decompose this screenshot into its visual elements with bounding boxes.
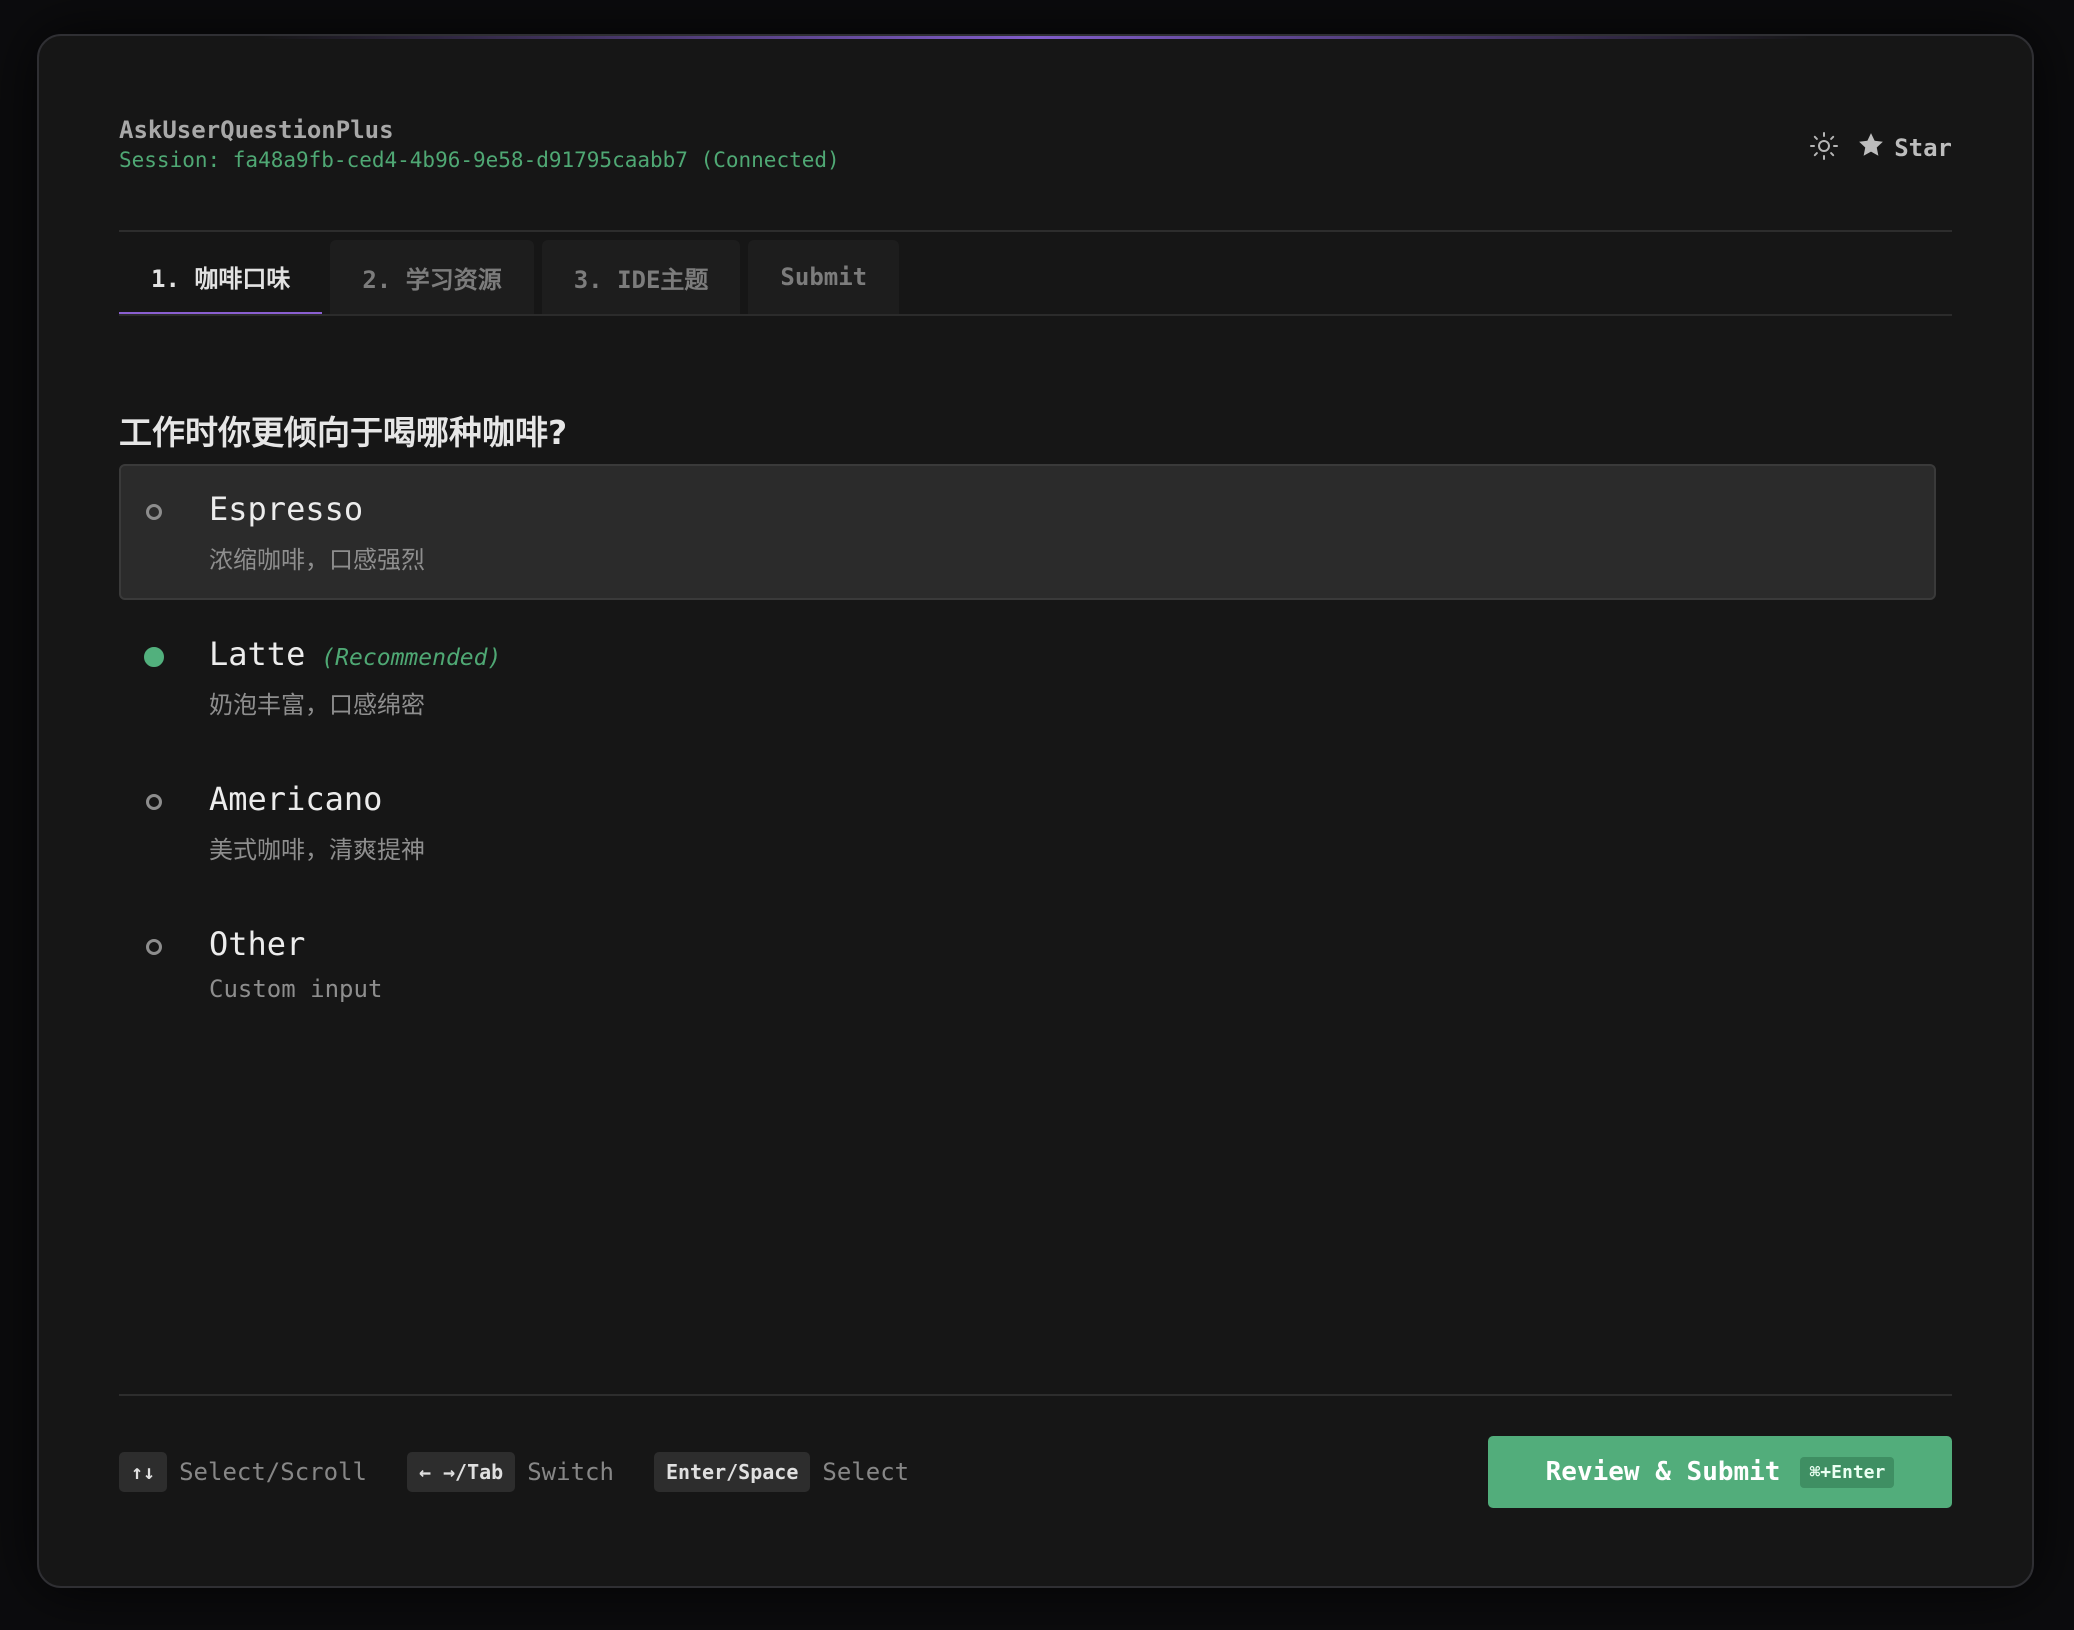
hint-select: Enter/Space Select [653, 1452, 910, 1492]
star-icon [1856, 130, 1886, 166]
session-status: Session: fa48a9fb-ced4-4b96-9e58-d91795c… [119, 148, 840, 172]
review-submit-button[interactable]: Review & Submit ⌘+Enter [1488, 1436, 1952, 1508]
key-badge: ← →/Tab [406, 1452, 516, 1492]
hint-select-scroll: ↑↓ Select/Scroll [119, 1452, 367, 1492]
tab-submit[interactable]: Submit [748, 240, 900, 314]
app-window: AskUserQuestionPlus Session: fa48a9fb-ce… [37, 34, 2034, 1588]
sun-icon [1809, 131, 1839, 165]
option-description: Custom input [209, 975, 383, 1003]
option-label: Other [209, 925, 306, 963]
keyboard-hints: ↑↓ Select/Scroll ← →/Tab Switch Enter/Sp… [119, 1452, 949, 1492]
radio-unselected-icon [146, 794, 162, 810]
radio-unselected-icon [146, 504, 162, 520]
hint-label: Switch [527, 1458, 614, 1486]
recommended-tag: (Recommended) [321, 645, 502, 671]
option-description: 奶泡丰富，口感绵密 [209, 691, 425, 719]
option-description: 浓缩咖啡，口感强烈 [209, 546, 425, 574]
key-badge: Enter/Space [653, 1452, 811, 1492]
star-button[interactable]: Star [1856, 130, 1952, 166]
tab-bar: 1. 咖啡口味 2. 学习资源 3. IDE主题 Submit [119, 240, 1952, 316]
option-espresso[interactable]: Espresso 浓缩咖啡，口感强烈 [119, 464, 1936, 600]
hint-switch: ← →/Tab Switch [406, 1452, 614, 1492]
option-americano[interactable]: Americano 美式咖啡，清爽提神 [119, 754, 1936, 890]
app-title: AskUserQuestionPlus [119, 116, 394, 144]
option-latte[interactable]: Latte (Recommended) 奶泡丰富，口感绵密 [119, 609, 1936, 745]
option-label: Americano [209, 780, 383, 818]
option-label: Latte [209, 635, 306, 673]
radio-selected-icon [144, 647, 164, 667]
header-actions: Star [1806, 130, 1952, 166]
option-other[interactable]: Other Custom input [119, 899, 1936, 1035]
submit-label: Review & Submit [1545, 1457, 1781, 1487]
radio-unselected-icon [146, 939, 162, 955]
question-title: 工作时你更倾向于喝哪种咖啡? [119, 413, 568, 452]
star-label: Star [1894, 134, 1952, 162]
top-accent-line [259, 36, 1812, 39]
key-badge: ↑↓ [119, 1452, 168, 1492]
tab-ide-theme[interactable]: 3. IDE主题 [541, 240, 741, 314]
hint-label: Select [822, 1458, 910, 1486]
theme-toggle-button[interactable] [1806, 130, 1842, 166]
footer: ↑↓ Select/Scroll ← →/Tab Switch Enter/Sp… [119, 1394, 1952, 1556]
options-list: Espresso 浓缩咖啡，口感强烈 Latte (Recommended) 奶… [119, 464, 1936, 1044]
option-description: 美式咖啡，清爽提神 [209, 836, 425, 864]
option-label: Espresso [209, 490, 364, 528]
tab-learning-resources[interactable]: 2. 学习资源 [330, 240, 534, 314]
submit-shortcut-badge: ⌘+Enter [1800, 1456, 1895, 1488]
header: AskUserQuestionPlus Session: fa48a9fb-ce… [119, 116, 1952, 232]
tab-coffee-flavor[interactable]: 1. 咖啡口味 [119, 240, 323, 314]
hint-label: Select/Scroll [179, 1458, 367, 1486]
